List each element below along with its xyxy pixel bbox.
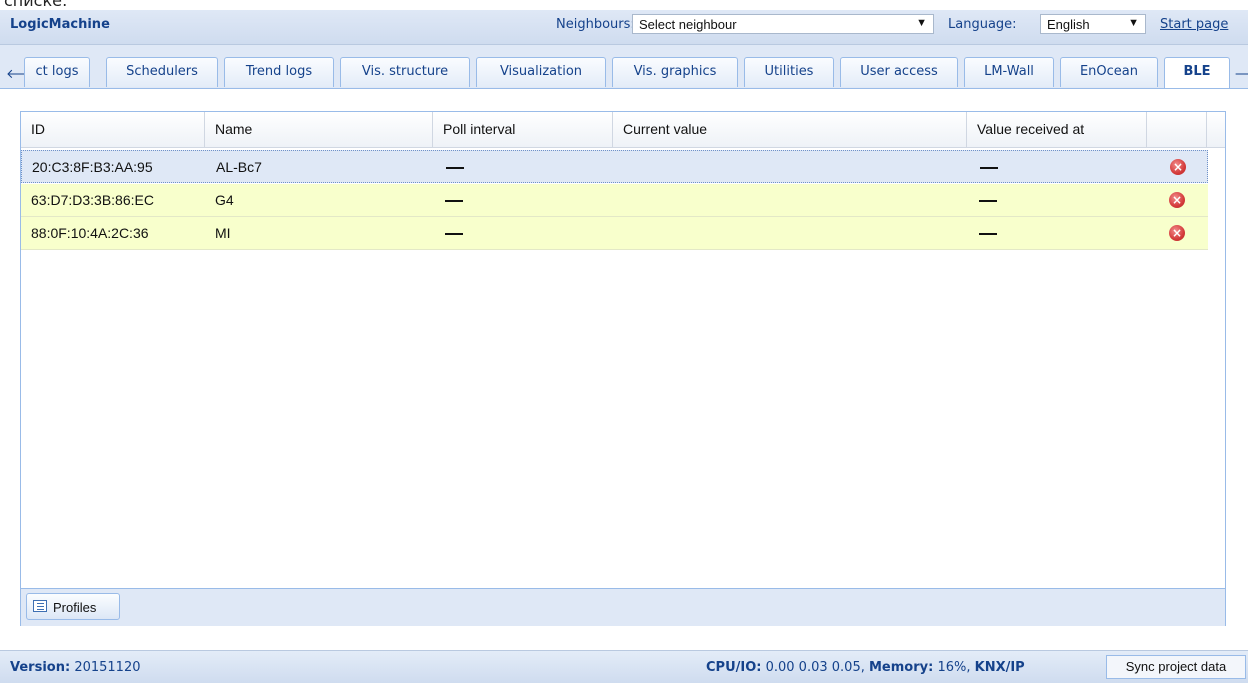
neighbours-select[interactable]: Select neighbour ▼ <box>632 14 934 34</box>
row-name: AL-Bc7 <box>216 159 262 175</box>
start-page-link[interactable]: Start page <box>1160 17 1228 32</box>
delete-icon[interactable]: × <box>1169 192 1185 208</box>
tab-bar: 🡐 ct logs Schedulers Trend logs Vis. str… <box>0 45 1248 89</box>
neighbours-select-value: Select neighbour <box>639 17 737 32</box>
poll-interval-empty <box>446 167 464 169</box>
column-header-poll-interval[interactable]: Poll interval <box>433 112 613 147</box>
tab-vis-graphics[interactable]: Vis. graphics <box>612 57 738 87</box>
tab-trend-logs[interactable]: Trend logs <box>224 57 334 87</box>
arrow-right-icon[interactable]: 🡒 <box>1234 66 1248 82</box>
tab-lm-wall[interactable]: LM-Wall <box>964 57 1054 87</box>
table-row[interactable]: 63:D7:D3:3B:86:EC G4 × <box>21 184 1208 217</box>
column-header-id[interactable]: ID <box>21 112 205 147</box>
value-received-empty <box>979 200 997 202</box>
sync-project-data-button[interactable]: Sync project data <box>1106 655 1246 679</box>
tab-schedulers[interactable]: Schedulers <box>106 57 218 87</box>
ble-devices-grid: ID Name Poll interval Current value Valu… <box>20 111 1226 626</box>
row-id: 88:0F:10:4A:2C:36 <box>31 225 149 241</box>
tab-ble[interactable]: BLE <box>1164 57 1230 89</box>
language-select-value: English <box>1047 17 1090 32</box>
table-row[interactable]: 20:C3:8F:B3:AA:95 AL-Bc7 × <box>21 150 1208 183</box>
app-title: LogicMachine <box>10 17 110 32</box>
poll-interval-empty <box>445 233 463 235</box>
list-icon <box>33 600 47 612</box>
tab-utilities[interactable]: Utilities <box>744 57 834 87</box>
row-name: MI <box>215 225 231 241</box>
table-row[interactable]: 88:0F:10:4A:2C:36 MI × <box>21 217 1208 250</box>
memory-label: Memory: <box>868 660 934 675</box>
tab-user-access[interactable]: User access <box>840 57 958 87</box>
knx-label: KNX/IP <box>974 660 1025 675</box>
neighbours-label: Neighbours: <box>556 17 635 32</box>
version-value: 20151120 <box>74 660 141 675</box>
column-header-name[interactable]: Name <box>205 112 433 147</box>
tab-divider <box>0 88 1248 89</box>
version-label: Version: <box>10 660 71 675</box>
delete-icon[interactable]: × <box>1170 159 1186 175</box>
version-info: Version: 20151120 <box>10 660 140 675</box>
tab-enocean[interactable]: EnOcean <box>1060 57 1158 87</box>
row-name: G4 <box>215 192 234 208</box>
column-header-value-received-at[interactable]: Value received at <box>967 112 1147 147</box>
clipped-caption: списке: <box>4 0 68 10</box>
memory-value: 16%, <box>937 660 971 675</box>
top-bar: LogicMachine Neighbours: Select neighbou… <box>0 10 1248 45</box>
grid-toolbar: Profiles <box>21 588 1225 626</box>
row-id: 20:C3:8F:B3:AA:95 <box>32 159 153 175</box>
poll-interval-empty <box>445 200 463 202</box>
row-id: 63:D7:D3:3B:86:EC <box>31 192 154 208</box>
system-info: CPU/IO: 0.00 0.03 0.05, Memory: 16%, KNX… <box>706 660 1025 675</box>
value-received-empty <box>979 233 997 235</box>
tab-object-logs[interactable]: ct logs <box>24 57 90 87</box>
cpu-value: 0.00 0.03 0.05, <box>765 660 865 675</box>
chevron-down-icon: ▼ <box>1128 17 1139 29</box>
delete-icon[interactable]: × <box>1169 225 1185 241</box>
status-bar: Version: 20151120 CPU/IO: 0.00 0.03 0.05… <box>0 650 1248 683</box>
tab-vis-structure[interactable]: Vis. structure <box>340 57 470 87</box>
cpu-label: CPU/IO: <box>706 660 762 675</box>
language-label: Language: <box>948 17 1017 32</box>
column-header-current-value[interactable]: Current value <box>613 112 967 147</box>
value-received-empty <box>980 167 998 169</box>
profiles-button[interactable]: Profiles <box>26 593 120 620</box>
grid-header: ID Name Poll interval Current value Valu… <box>21 112 1225 148</box>
profiles-button-label: Profiles <box>53 600 97 615</box>
chevron-down-icon: ▼ <box>916 17 927 29</box>
column-header-actions <box>1147 112 1207 147</box>
tab-visualization[interactable]: Visualization <box>476 57 606 87</box>
language-select[interactable]: English ▼ <box>1040 14 1146 34</box>
